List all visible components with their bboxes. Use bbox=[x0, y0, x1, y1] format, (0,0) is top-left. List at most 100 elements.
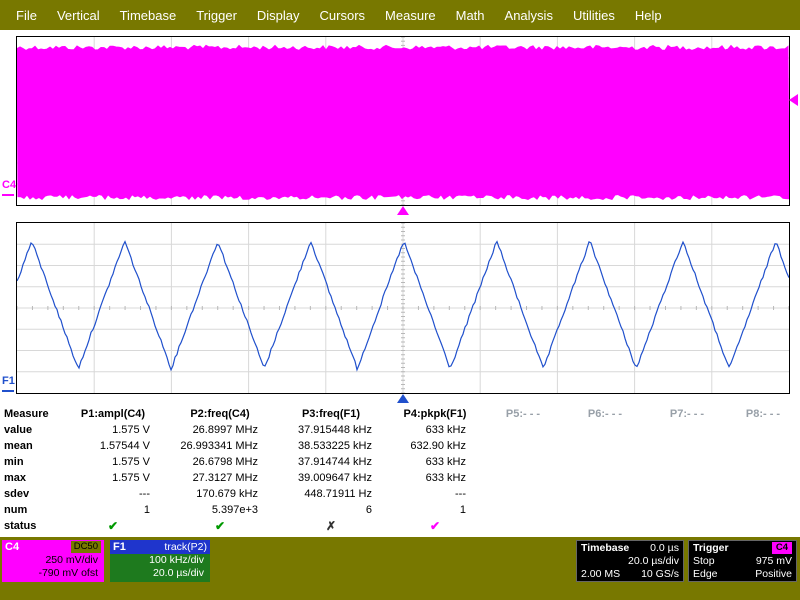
measure-value: 1.575 V bbox=[60, 454, 166, 470]
trigger-source-badge: C4 bbox=[772, 542, 792, 554]
oscilloscope-screen: FileVerticalTimebaseTriggerDisplayCursor… bbox=[0, 0, 800, 600]
measure-value bbox=[646, 422, 728, 438]
measure-value bbox=[564, 502, 646, 518]
measure-value: 6 bbox=[274, 502, 388, 518]
measure-value: 37.914744 kHz bbox=[274, 454, 388, 470]
menu-item-timebase[interactable]: Timebase bbox=[110, 8, 187, 23]
menu-item-utilities[interactable]: Utilities bbox=[563, 8, 625, 23]
measure-value: 632.90 kHz bbox=[388, 438, 482, 454]
c4-offset-indicator[interactable] bbox=[2, 194, 14, 196]
c4-grid bbox=[16, 36, 790, 206]
measure-col-header[interactable]: P6:- - - bbox=[564, 406, 646, 422]
trigger-descriptor[interactable]: Trigger C4 Stop 975 mV Edge Positive bbox=[688, 540, 797, 582]
measure-value bbox=[564, 470, 646, 486]
measure-value bbox=[482, 438, 564, 454]
measure-row-label: status bbox=[2, 518, 60, 534]
c4-trace-label[interactable]: C4 bbox=[2, 179, 16, 191]
measure-col-header[interactable]: P7:- - - bbox=[646, 406, 728, 422]
trigger-slope: Positive bbox=[755, 568, 792, 580]
timebase-scale: 20.0 µs/div bbox=[628, 555, 679, 567]
measure-value: 27.3127 MHz bbox=[166, 470, 274, 486]
measure-value bbox=[482, 422, 564, 438]
timebase-descriptor[interactable]: Timebase 0.0 µs 20.0 µs/div 2.00 MS 10 G… bbox=[576, 540, 684, 582]
measure-col-header[interactable]: P2:freq(C4) bbox=[166, 406, 274, 422]
measure-row-label: num bbox=[2, 502, 60, 518]
measure-col-header[interactable]: P3:freq(F1) bbox=[274, 406, 388, 422]
measure-value: 633 kHz bbox=[388, 454, 482, 470]
c4-coupling-badge: DC50 bbox=[71, 541, 101, 553]
measure-row-label: min bbox=[2, 454, 60, 470]
measure-value bbox=[728, 502, 798, 518]
trigger-level-value: 975 mV bbox=[756, 555, 792, 567]
measure-value: --- bbox=[60, 486, 166, 502]
menu-item-display[interactable]: Display bbox=[247, 8, 310, 23]
menu-item-help[interactable]: Help bbox=[625, 8, 672, 23]
measure-value bbox=[482, 486, 564, 502]
menu-item-measure[interactable]: Measure bbox=[375, 8, 446, 23]
menu-item-file[interactable]: File bbox=[6, 8, 47, 23]
measure-value bbox=[564, 422, 646, 438]
measure-col-header[interactable]: P1:ampl(C4) bbox=[60, 406, 166, 422]
measure-title: Measure bbox=[2, 406, 60, 422]
measure-value bbox=[728, 438, 798, 454]
measure-value: --- bbox=[388, 486, 482, 502]
measure-status: ✔ bbox=[60, 518, 166, 534]
menu-item-analysis[interactable]: Analysis bbox=[495, 8, 563, 23]
measure-value: 633 kHz bbox=[388, 470, 482, 486]
menu-item-trigger[interactable]: Trigger bbox=[186, 8, 247, 23]
c4-waveform bbox=[17, 37, 789, 205]
trigger-level-marker[interactable] bbox=[789, 94, 798, 106]
measure-row-label: max bbox=[2, 470, 60, 486]
f1-tdiv: 20.0 µs/div bbox=[110, 567, 210, 580]
measure-value bbox=[482, 454, 564, 470]
f1-trace-label[interactable]: F1 bbox=[2, 375, 15, 387]
menu-item-cursors[interactable]: Cursors bbox=[310, 8, 376, 23]
measure-value: 26.993341 MHz bbox=[166, 438, 274, 454]
measure-value bbox=[646, 438, 728, 454]
measure-value: 1.575 V bbox=[60, 422, 166, 438]
f1-descriptor[interactable]: F1 track(P2) 100 kHz/div 20.0 µs/div bbox=[110, 540, 210, 582]
f1-grid bbox=[16, 222, 790, 394]
c4-offset: -790 mV ofst bbox=[2, 567, 104, 580]
f1-vdiv: 100 kHz/div bbox=[110, 554, 210, 567]
measure-status bbox=[564, 518, 646, 534]
measure-value: 26.6798 MHz bbox=[166, 454, 274, 470]
f1-descriptor-label: F1 bbox=[113, 541, 126, 553]
measure-value: 1.57544 V bbox=[60, 438, 166, 454]
f1-waveform bbox=[17, 223, 789, 393]
trigger-time-marker-c4[interactable] bbox=[397, 206, 409, 215]
menu-item-vertical[interactable]: Vertical bbox=[47, 8, 110, 23]
measure-value bbox=[646, 470, 728, 486]
trigger-mode: Stop bbox=[693, 555, 715, 567]
trigger-label: Trigger bbox=[693, 542, 729, 554]
measure-value: 39.009647 kHz bbox=[274, 470, 388, 486]
measure-col-header[interactable]: P4:pkpk(F1) bbox=[388, 406, 482, 422]
measure-value bbox=[728, 486, 798, 502]
timebase-samples: 2.00 MS bbox=[581, 568, 620, 580]
menu-bar: FileVerticalTimebaseTriggerDisplayCursor… bbox=[0, 0, 800, 30]
measure-table: MeasureP1:ampl(C4)P2:freq(C4)P3:freq(F1)… bbox=[2, 406, 798, 534]
measure-status bbox=[482, 518, 564, 534]
measure-col-header[interactable]: P5:- - - bbox=[482, 406, 564, 422]
measure-value bbox=[728, 470, 798, 486]
trigger-time-marker-f1[interactable] bbox=[397, 394, 409, 403]
f1-function: track(P2) bbox=[164, 541, 207, 553]
c4-descriptor[interactable]: C4 DC50 250 mV/div -790 mV ofst bbox=[2, 540, 104, 582]
f1-offset-indicator[interactable] bbox=[2, 390, 14, 392]
menu-item-math[interactable]: Math bbox=[446, 8, 495, 23]
measure-status bbox=[728, 518, 798, 534]
measure-value: 26.8997 MHz bbox=[166, 422, 274, 438]
measure-status: ✔ bbox=[388, 518, 482, 534]
measure-col-header[interactable]: P8:- - - bbox=[728, 406, 798, 422]
measure-status: ✗ bbox=[274, 518, 388, 534]
measure-value: 633 kHz bbox=[388, 422, 482, 438]
measure-row-label: sdev bbox=[2, 486, 60, 502]
measure-status bbox=[646, 518, 728, 534]
measure-row-label: value bbox=[2, 422, 60, 438]
measure-value: 1 bbox=[60, 502, 166, 518]
measure-value: 5.397e+3 bbox=[166, 502, 274, 518]
measure-status: ✔ bbox=[166, 518, 274, 534]
measure-value: 1.575 V bbox=[60, 470, 166, 486]
measure-row-label: mean bbox=[2, 438, 60, 454]
c4-vdiv: 250 mV/div bbox=[2, 554, 104, 567]
